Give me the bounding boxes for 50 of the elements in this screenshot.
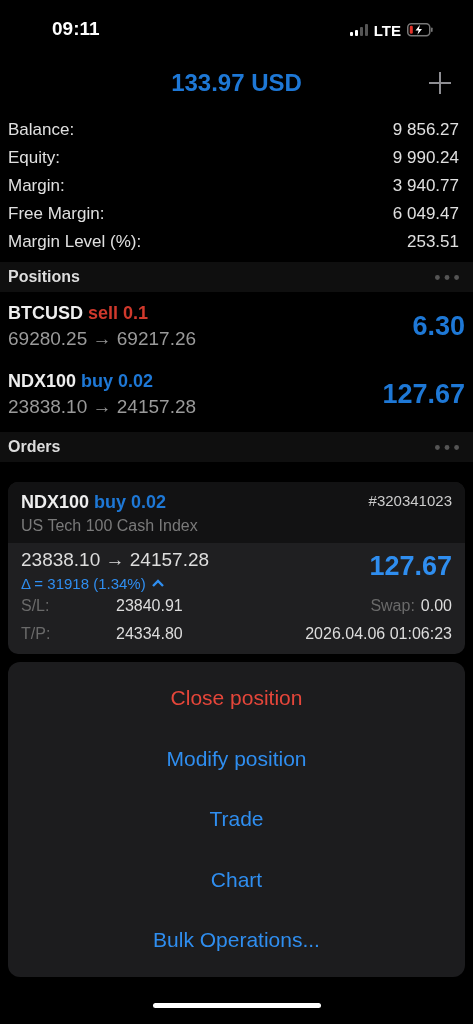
field-value: 24334.80 xyxy=(116,625,183,643)
field-label: Swap: xyxy=(370,597,415,615)
position-row[interactable]: BTCUSD sell 0.1 69280.25 → 69217.26 6.30 xyxy=(0,292,473,360)
symbol-description: US Tech 100 Cash Index xyxy=(21,517,198,535)
network-label: LTE xyxy=(373,21,401,39)
signal-icon xyxy=(349,24,368,36)
status-time: 09:11 xyxy=(52,18,100,40)
trade-side: sell 0.1 xyxy=(88,302,149,324)
price-range: 23838.10 → 24157.28 xyxy=(8,395,197,418)
field-value: 23840.91 xyxy=(116,597,183,615)
field-value: 2026.04.06 01:06:23 xyxy=(305,625,452,643)
price-range: 23838.10 → 24157.28 xyxy=(21,549,210,571)
symbol-label: BTCUSD xyxy=(8,302,83,324)
account-value: 6 049.47 xyxy=(392,204,460,224)
position-row[interactable]: NDX100 buy 0.02 23838.10 → 24157.28 127.67 xyxy=(0,360,473,428)
profit-value: 6.30 xyxy=(412,310,465,342)
ticket-number: #320341023 xyxy=(368,492,452,511)
field-label: T/P: xyxy=(21,625,52,643)
field-label: S/L: xyxy=(21,597,51,615)
battery-icon xyxy=(407,23,433,37)
section-title: Positions xyxy=(8,268,80,286)
action-button[interactable]: Bulk Operations... xyxy=(8,910,465,971)
delta-value: Δ = 31918 (1.34%) xyxy=(21,575,146,592)
section-title: Orders xyxy=(8,438,61,456)
profit-value: 127.67 xyxy=(382,378,465,410)
balance-title: 133.97 USD xyxy=(171,69,302,97)
action-button[interactable]: Modify position xyxy=(8,728,465,789)
account-label: Margin: xyxy=(8,176,65,196)
profit-value: 127.67 xyxy=(369,551,452,582)
account-value: 9 990.24 xyxy=(392,148,460,168)
symbol-label: NDX100 xyxy=(21,492,90,513)
more-icon xyxy=(435,274,459,280)
account-value: 253.51 xyxy=(407,232,460,252)
action-button[interactable]: Trade xyxy=(8,789,465,850)
field-value: 0.00 xyxy=(420,597,452,615)
trade-side: buy 0.02 xyxy=(81,370,154,392)
account-value: 3 940.77 xyxy=(392,176,460,196)
account-label: Equity: xyxy=(8,148,60,168)
more-icon xyxy=(435,444,459,450)
trade-side: buy 0.02 xyxy=(94,492,167,513)
account-label: Free Margin: xyxy=(8,204,105,224)
action-button[interactable]: Chart xyxy=(8,849,465,910)
account-value: 9 856.27 xyxy=(392,120,460,140)
symbol-label: NDX100 xyxy=(8,370,77,392)
plus-icon xyxy=(429,72,451,94)
add-button[interactable] xyxy=(427,70,453,96)
action-button[interactable]: Close position xyxy=(8,668,465,729)
account-label: Margin Level (%): xyxy=(8,232,142,252)
price-range: 69280.25 → 69217.26 xyxy=(8,327,197,350)
account-label: Balance: xyxy=(8,120,75,140)
